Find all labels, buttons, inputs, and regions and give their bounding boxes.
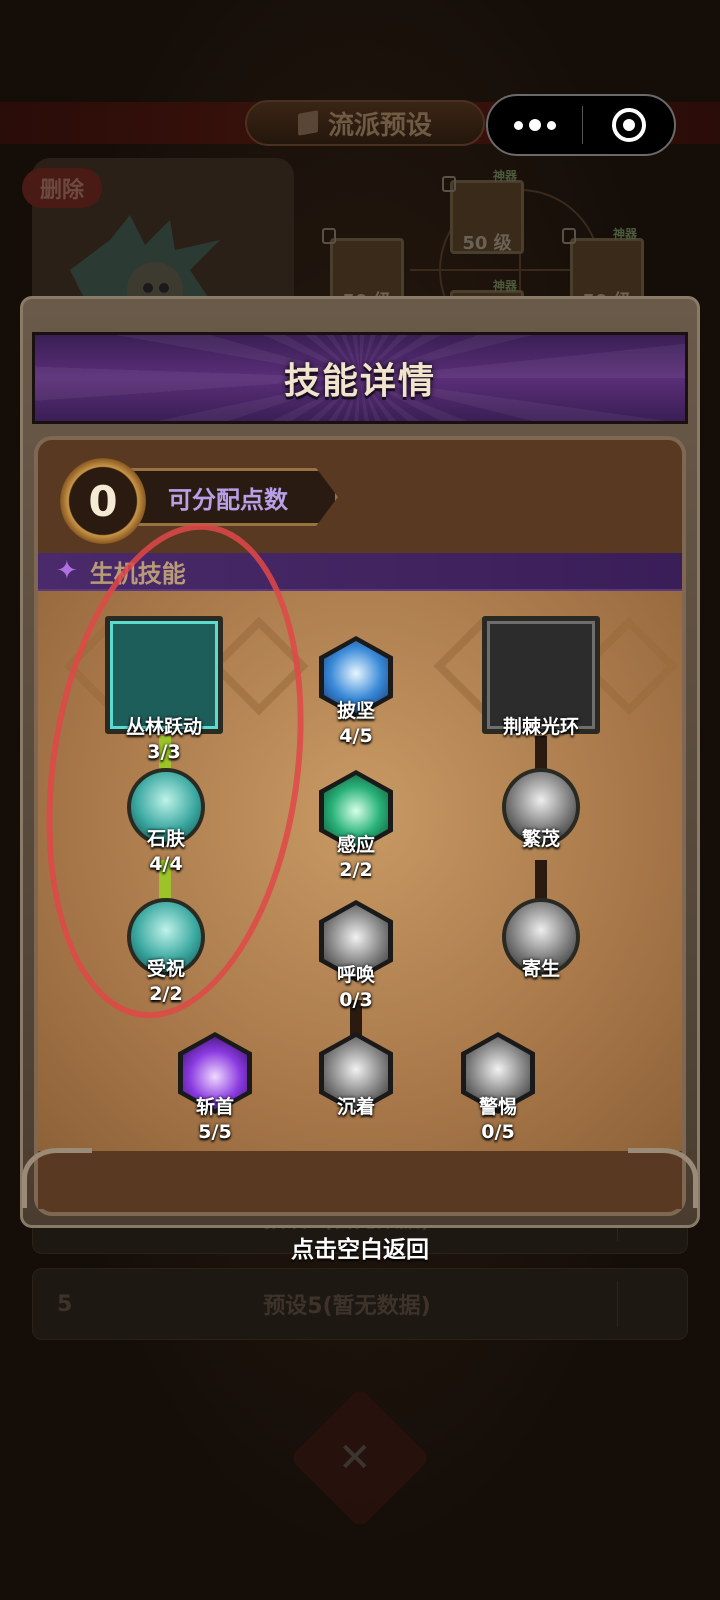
lock-icon: [442, 176, 456, 192]
modal-header: 技能详情: [32, 332, 688, 424]
skill-node[interactable]: 斩首 5/5: [178, 1032, 252, 1143]
tap-to-return-hint[interactable]: 点击空白返回: [0, 1230, 720, 1264]
screen-title-banner: 流派预设: [245, 100, 485, 146]
delete-button[interactable]: 删除: [22, 168, 102, 208]
skill-node[interactable]: 感应 2/2: [319, 770, 393, 881]
crossed-swords-icon: ✕: [338, 1435, 372, 1481]
target-close-icon[interactable]: [583, 96, 674, 154]
skill-node[interactable]: 荆棘光环: [482, 616, 600, 741]
lock-icon: [322, 228, 336, 244]
points-value: 0: [60, 458, 146, 544]
lock-icon: [562, 228, 576, 244]
flag-icon: [297, 110, 318, 136]
screen-title: 流派预设: [327, 110, 432, 141]
mini-program-capsule: [486, 94, 676, 156]
equipment-slot[interactable]: 神器 50 级: [450, 169, 524, 254]
tree-footer: [38, 1151, 682, 1209]
skill-node[interactable]: 沉着: [319, 1032, 393, 1121]
game-screen[interactable]: 流派预设 删除 50 级 神器 50 级 神器 50 级 神器 4 预设4(暂无…: [0, 0, 720, 1600]
skill-node[interactable]: 呼唤 0/3: [319, 900, 393, 1011]
skill-node[interactable]: 繁茂: [502, 768, 580, 853]
skill-node[interactable]: 警惕 0/5: [461, 1032, 535, 1143]
preset-row[interactable]: 5 预设5(暂无数据): [32, 1268, 688, 1340]
more-dots-icon[interactable]: [488, 96, 582, 154]
star-icon: ✦: [56, 556, 78, 586]
corner-ornament-icon: [628, 1148, 698, 1208]
points-label: 可分配点数: [120, 468, 338, 526]
skill-link: [535, 736, 547, 770]
skill-node[interactable]: 披坚 4/5: [319, 636, 393, 747]
edit-icon[interactable]: [617, 1281, 663, 1327]
skill-node[interactable]: 寄生: [502, 898, 580, 983]
modal-title: 技能详情: [283, 361, 436, 402]
corner-ornament-icon: [22, 1148, 92, 1208]
skill-link: [535, 860, 547, 900]
